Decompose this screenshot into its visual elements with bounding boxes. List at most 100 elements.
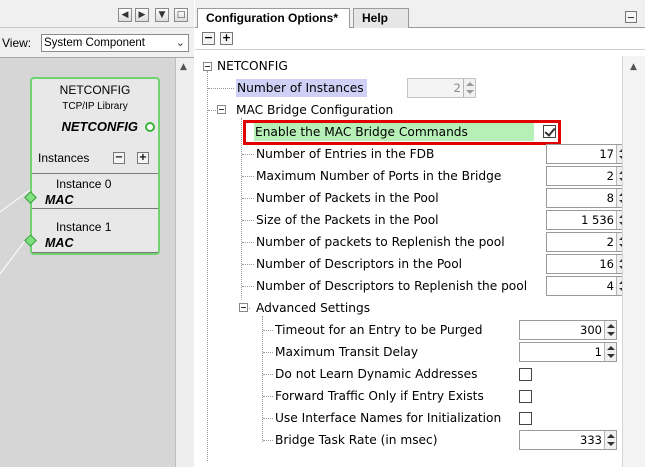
spinner-buttons[interactable] (604, 321, 616, 339)
tree-branch (242, 286, 254, 287)
tree-toolbar: − + (195, 28, 645, 50)
fdb-entries-label: Number of Entries in the FDB (256, 147, 435, 161)
tree-branch (208, 110, 216, 111)
spinner-buttons[interactable] (604, 431, 616, 449)
component-name: NETCONFIG (61, 119, 138, 134)
spin-up-icon[interactable] (607, 434, 615, 438)
instance-title: Instance 1 (56, 220, 112, 234)
spinner-buttons[interactable] (604, 343, 616, 361)
tree-node-mac-bridge[interactable]: MAC Bridge Configuration (236, 101, 393, 119)
nav-back-icon[interactable]: ◀ (118, 8, 132, 22)
tab-help[interactable]: Help (353, 8, 409, 28)
nav-dropdown-icon[interactable]: ▼ (155, 8, 169, 22)
chevron-down-icon: ⌄ (175, 37, 185, 49)
tree-node-netconfig[interactable]: NETCONFIG (217, 57, 288, 75)
collapse-netconfig-icon[interactable] (203, 62, 212, 71)
packets-in-pool-label: Number of Packets in the Pool (256, 191, 439, 205)
spin-up-icon[interactable] (607, 346, 615, 350)
spinner-value: 2 (606, 235, 614, 249)
minimize-icon[interactable] (625, 11, 637, 23)
replenish-packets-spinner[interactable]: 2 (546, 232, 629, 252)
add-instance-button[interactable]: + (137, 152, 149, 164)
collapse-mac-bridge-icon[interactable] (217, 105, 226, 114)
tree-branch (242, 198, 254, 199)
number-of-instances-label: Number of Instances (236, 79, 367, 97)
instance-0[interactable]: Instance 0 MAC (24, 173, 158, 209)
component-subtitle: TCP/IP Library (62, 101, 128, 112)
fdb-entries-spinner[interactable]: 17 (546, 144, 629, 164)
collapse-all-button[interactable]: − (202, 32, 215, 45)
instances-label: Instances (38, 151, 90, 165)
spinner-value: 300 (580, 323, 602, 337)
spin-up-icon (466, 82, 474, 86)
spinner-value: 333 (580, 433, 602, 447)
no-learn-label: Do not Learn Dynamic Addresses (275, 367, 478, 381)
spin-down-icon[interactable] (607, 442, 615, 446)
replenish-descriptors-label: Number of Descriptors to Replenish the p… (256, 279, 528, 293)
diagram-nav-bar: ◀ ▶ ▼ □ (0, 0, 194, 28)
replenish-descriptors-spinner[interactable]: 4 (546, 276, 629, 296)
scroll-up-icon[interactable]: ▲ (180, 62, 187, 72)
view-select-value: System Component (44, 37, 145, 49)
tree-node-advanced-settings[interactable]: Advanced Settings (256, 299, 370, 317)
no-learn-checkbox[interactable] (519, 368, 532, 381)
spinner-buttons (463, 79, 475, 97)
diagram-scrollbar[interactable]: ▲ (175, 58, 194, 467)
component-title: NETCONFIG (59, 83, 131, 97)
spinner-value: 8 (606, 191, 614, 205)
tree-branch (263, 352, 273, 353)
remove-instance-button[interactable]: − (113, 152, 125, 164)
tab-configuration-options[interactable]: Configuration Options* (197, 8, 350, 29)
spin-up-icon[interactable] (607, 324, 615, 328)
config-tree: NETCONFIG Number of Instances 2 MAC Brid… (195, 50, 645, 467)
tree-branch (263, 418, 273, 419)
maximize-icon[interactable]: □ (174, 8, 188, 22)
spin-down-icon[interactable] (607, 332, 615, 336)
highlight-callout (243, 120, 561, 145)
nav-forward-icon[interactable]: ▶ (135, 8, 149, 22)
instance-1[interactable]: Instance 1 MAC (24, 217, 158, 253)
spin-down-icon[interactable] (607, 354, 615, 358)
tree-guide-line (207, 71, 208, 461)
task-rate-label: Bridge Task Rate (in msec) (275, 433, 438, 447)
config-scrollbar[interactable]: ▲ (622, 56, 645, 467)
tree-branch (263, 330, 273, 331)
spin-down-icon (466, 90, 474, 94)
configuration-pane: Configuration Options* Help − + NETCONFI… (195, 0, 645, 467)
view-bar: View: System Component ⌄ (0, 28, 194, 58)
view-select[interactable]: System Component ⌄ (41, 34, 189, 52)
max-ports-label: Maximum Number of Ports in the Bridge (256, 169, 502, 183)
instance-port-label: MAC (45, 236, 74, 250)
component-output-port-icon[interactable] (145, 122, 155, 132)
forward-only-label: Forward Traffic Only if Entry Exists (275, 389, 484, 403)
forward-only-checkbox[interactable] (519, 390, 532, 403)
tree-branch (208, 88, 234, 89)
tree-branch (242, 176, 254, 177)
netconfig-component[interactable]: NETCONFIG TCP/IP Library NETCONFIG Insta… (24, 77, 160, 255)
packet-size-spinner[interactable]: 1 536 (546, 210, 629, 230)
tree-branch (263, 396, 273, 397)
tree-guide-line (241, 118, 242, 300)
packets-in-pool-spinner[interactable]: 8 (546, 188, 629, 208)
tree-branch (242, 220, 254, 221)
collapse-advanced-icon[interactable] (239, 303, 248, 312)
entry-purge-timeout-spinner[interactable]: 300 (519, 320, 617, 340)
expand-all-button[interactable]: + (220, 32, 233, 45)
tree-branch (242, 154, 254, 155)
spinner-value: 1 536 (581, 213, 614, 227)
descriptors-in-pool-spinner[interactable]: 16 (546, 254, 629, 274)
instance-title: Instance 0 (56, 177, 112, 191)
max-ports-spinner[interactable]: 2 (546, 166, 629, 186)
tab-bar: Configuration Options* Help (195, 0, 645, 29)
tree-branch (242, 242, 254, 243)
spinner-value: 2 (606, 169, 614, 183)
spinner-value: 16 (599, 257, 614, 271)
task-rate-spinner[interactable]: 333 (519, 430, 617, 450)
max-transit-delay-spinner[interactable]: 1 (519, 342, 617, 362)
replenish-packets-label: Number of packets to Replenish the pool (256, 235, 505, 249)
component-diagram-pane: ◀ ▶ ▼ □ View: System Component ⌄ NETCONF… (0, 0, 194, 467)
interface-names-checkbox[interactable] (519, 412, 532, 425)
scroll-up-icon[interactable]: ▲ (630, 62, 637, 72)
tree-branch (242, 264, 254, 265)
connection-line-mac0 (0, 189, 31, 213)
